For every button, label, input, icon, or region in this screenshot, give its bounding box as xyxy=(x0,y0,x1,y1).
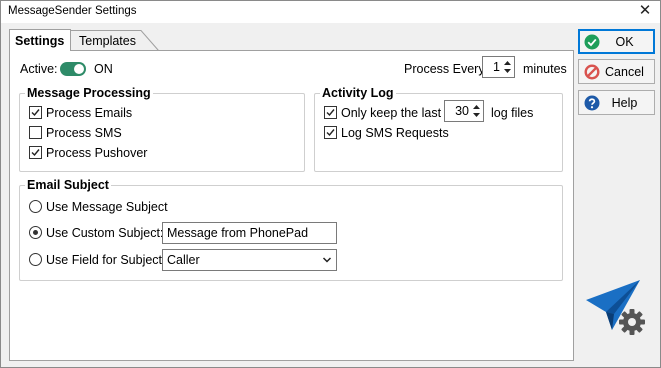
help-button[interactable]: Help xyxy=(578,90,655,115)
check-icon xyxy=(326,109,335,117)
activity-log-title: Activity Log xyxy=(320,86,396,100)
active-state-label: ON xyxy=(94,62,113,76)
use-message-subject-label: Use Message Subject xyxy=(46,200,168,214)
process-emails-checkbox[interactable] xyxy=(29,106,42,119)
tab-settings[interactable]: Settings xyxy=(9,29,71,51)
process-pushover-checkbox[interactable] xyxy=(29,146,42,159)
tab-templates[interactable]: Templates xyxy=(69,30,159,51)
keep-logs-label: Only keep the last xyxy=(341,106,442,120)
log-sms-checkbox[interactable] xyxy=(324,126,337,139)
email-subject-group: Email Subject Use Message Subject Use Cu… xyxy=(19,178,563,281)
check-icon xyxy=(31,109,40,117)
toggle-knob xyxy=(74,64,84,74)
ok-button[interactable]: OK xyxy=(578,29,655,54)
cancel-button[interactable]: Cancel xyxy=(578,59,655,84)
check-icon xyxy=(31,149,40,157)
ok-label: OK xyxy=(615,35,634,49)
keep-logs-spinner[interactable]: 30 xyxy=(444,100,484,122)
close-icon[interactable]: ✕ xyxy=(636,2,654,20)
custom-subject-input[interactable]: Message from PhonePad xyxy=(162,222,337,244)
log-sms-label: Log SMS Requests xyxy=(341,126,449,140)
custom-subject-value: Message from PhonePad xyxy=(167,226,309,240)
email-subject-title: Email Subject xyxy=(25,178,111,192)
radio-dot xyxy=(33,230,38,235)
process-sms-label: Process SMS xyxy=(46,126,122,140)
process-every-spinner[interactable]: 1 xyxy=(482,56,515,78)
message-processing-group: Message Processing Process Emails Proces… xyxy=(19,86,305,172)
active-label: Active: xyxy=(20,62,58,76)
paper-plane-gear-icon xyxy=(586,280,645,335)
check-icon xyxy=(326,129,335,137)
use-field-subject-label: Use Field for Subject: xyxy=(46,253,166,267)
process-emails-label: Process Emails xyxy=(46,106,133,120)
window-title: MessageSender Settings xyxy=(8,5,137,17)
spinner-arrows-icon[interactable] xyxy=(472,103,481,119)
subject-field-select[interactable]: Caller xyxy=(162,249,337,271)
keep-logs-unit: log files xyxy=(491,106,534,120)
settings-window: MessageSender Settings ✕ Settings Templa… xyxy=(0,0,661,368)
help-label: Help xyxy=(611,96,638,110)
subject-field-value: Caller xyxy=(167,253,200,267)
process-every-unit: minutes xyxy=(523,62,567,76)
title-bar: MessageSender Settings ✕ xyxy=(1,1,660,23)
cancel-label: Cancel xyxy=(605,65,644,79)
active-toggle[interactable] xyxy=(60,62,86,76)
use-custom-subject-radio[interactable] xyxy=(29,226,42,239)
activity-log-group: Activity Log Only keep the last 30 log f… xyxy=(314,86,563,172)
tab-templates-label: Templates xyxy=(79,34,136,48)
message-processing-title: Message Processing xyxy=(25,86,153,100)
settings-panel: Active: ON Process Every 1 minutes Messa… xyxy=(9,50,574,361)
use-message-subject-radio[interactable] xyxy=(29,200,42,213)
process-sms-checkbox[interactable] xyxy=(29,126,42,139)
keep-logs-checkbox[interactable] xyxy=(324,106,337,119)
process-every-value: 1 xyxy=(493,60,500,74)
chevron-down-icon xyxy=(322,257,332,263)
process-pushover-label: Process Pushover xyxy=(46,146,148,160)
keep-logs-value: 30 xyxy=(455,104,469,118)
use-custom-subject-label: Use Custom Subject: xyxy=(46,226,164,240)
spinner-arrows-icon[interactable] xyxy=(503,59,512,75)
use-field-subject-radio[interactable] xyxy=(29,253,42,266)
process-every-label: Process Every xyxy=(404,62,485,76)
tab-settings-label: Settings xyxy=(15,34,65,48)
